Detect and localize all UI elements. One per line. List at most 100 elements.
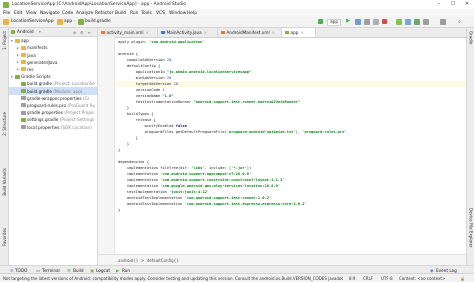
breadcrumb-file[interactable]: build.gradle	[85, 19, 111, 24]
caret-position[interactable]: 8:9	[349, 276, 355, 281]
sdk-manager-icon[interactable]	[414, 18, 420, 25]
run-config-select[interactable]: app	[327, 18, 342, 26]
breadcrumb-module[interactable]: app	[64, 19, 72, 24]
editor-tab[interactable]: app ×	[282, 28, 316, 37]
menu-run[interactable]: Run	[130, 11, 138, 16]
project-tree-item[interactable]: local.properties (SDK Location)	[9, 123, 97, 130]
project-tree-item[interactable]: gradle-wrapper.properties (Gr	[9, 95, 97, 102]
build-tool-button[interactable]: Build	[73, 268, 84, 273]
project-tree-item[interactable]: ▾ Gradle Scripts	[9, 73, 97, 80]
project-tree-item[interactable]: proguard-rules.pro (ProGuard Ru	[9, 102, 97, 109]
code-line[interactable]: }	[118, 147, 120, 153]
collapse-arrow-icon[interactable]: ▸	[17, 60, 19, 64]
project-tree-item[interactable]: build.gradle (Module: app)	[9, 87, 97, 95]
collapse-arrow-icon[interactable]: ▸	[17, 46, 19, 50]
menu-help[interactable]: Help	[187, 11, 197, 16]
terminal-tool-button[interactable]: Terminal	[42, 268, 60, 273]
project-tree-item-label: build.gradle (Module: app)	[27, 89, 82, 94]
stop-icon[interactable]	[382, 19, 387, 24]
close-tab-icon[interactable]: ×	[272, 30, 276, 35]
menu-code[interactable]: Code	[62, 11, 73, 16]
project-tree-item[interactable]: ▸ manifests	[9, 44, 97, 51]
menu-refactor[interactable]: Refactor	[95, 11, 113, 16]
editor-breadcrumb-path[interactable]: android{} > defaultConfig{}	[118, 258, 179, 263]
search-icon[interactable]: ⌕	[458, 19, 461, 25]
code-line[interactable]: testInstrumentationRunner "android.suppo…	[118, 99, 300, 105]
project-tree-item[interactable]: ▸ generatedJava	[9, 59, 97, 66]
code-token: buildTypes {	[118, 112, 154, 116]
code-line[interactable]: targetSdkVersion 28	[115, 81, 469, 87]
line-separator[interactable]: CRLF	[363, 276, 373, 281]
window-title: LocationServiceApp [C:\AndroidApp\Locati…	[12, 1, 186, 7]
menu-view[interactable]: View	[26, 11, 36, 16]
menu-tools[interactable]: Tools	[141, 11, 152, 16]
editor-tab[interactable]: MainActivity.java ×	[158, 28, 218, 37]
maximize-button[interactable]: ☐	[446, 0, 460, 9]
expand-arrow-icon[interactable]: ▾	[11, 39, 13, 43]
profile-icon[interactable]	[364, 18, 370, 25]
menu-edit[interactable]: Edit	[14, 11, 23, 16]
code-line[interactable]: apply plugin: 'com.android.application'	[118, 39, 205, 45]
run-tool-button[interactable]: Run	[122, 268, 130, 273]
collapse-arrow-icon[interactable]: ▸	[17, 53, 19, 57]
attach-debugger-icon[interactable]	[373, 18, 379, 25]
menu-vcs[interactable]: VCS	[156, 11, 165, 16]
editor-tab-label: app	[290, 30, 299, 35]
collapse-arrow-icon[interactable]: ▸	[17, 67, 19, 71]
menu-file[interactable]: File	[3, 11, 10, 16]
editor-tab[interactable]: activity_main.xml ×	[98, 28, 158, 37]
file-encoding[interactable]: UTF-8	[381, 276, 393, 281]
todo-tool-button[interactable]: TODO	[15, 268, 27, 273]
menu-window[interactable]: Window	[169, 11, 186, 16]
hide-panel-icon[interactable]: ⇤	[88, 30, 91, 35]
run-icon[interactable]: ▶	[346, 18, 350, 24]
project-tool-button[interactable]: 1: Project	[2, 31, 7, 50]
breadcrumb-project[interactable]: LocationServiceApp	[11, 19, 53, 24]
close-tab-icon[interactable]: ×	[146, 30, 150, 35]
project-tree-item-name: manifests	[27, 45, 48, 51]
avd-manager-icon[interactable]	[405, 18, 411, 25]
status-message[interactable]: Not targeting the latest versions of And…	[3, 276, 343, 281]
project-tree-item[interactable]: ▾ app	[9, 37, 97, 44]
editor-tab[interactable]: AndroidManifest.xml ×	[218, 28, 282, 37]
event-log-tool-button[interactable]: Event Log	[436, 268, 457, 273]
code-line[interactable]: proguardFiles getDefaultProguardFile('pr…	[118, 129, 347, 135]
favorites-tool-button[interactable]: Favorites	[2, 228, 7, 246]
project-tree-item[interactable]: build.gradle (Project: LocationSe	[9, 80, 97, 87]
expand-arrow-icon[interactable]: ▾	[11, 75, 13, 79]
sync-gradle-icon[interactable]	[396, 18, 402, 25]
menu-analyze[interactable]: Analyze	[76, 11, 93, 16]
context-indicator[interactable]: Context: <no context>	[399, 276, 445, 281]
code-editor[interactable]: apply plugin: 'com.android.application' a…	[98, 37, 469, 254]
project-tree-item[interactable]: ▸ java	[9, 51, 97, 58]
chevron-down-icon[interactable]: ▾	[39, 30, 41, 34]
menu-navigate[interactable]: Navigate	[40, 11, 60, 16]
menu-build[interactable]: Build	[115, 11, 126, 16]
gradle-tool-button[interactable]: Gradle	[469, 31, 474, 44]
project-tree-item-label: Gradle Scripts	[21, 74, 51, 79]
sync-icon[interactable]: ⊕	[73, 30, 76, 35]
gradle-icon	[21, 81, 26, 86]
minimize-button[interactable]: –	[432, 0, 446, 9]
project-tree-item[interactable]: gradle.properties (Project Prope	[9, 109, 97, 116]
lock-icon[interactable]: 🔒	[460, 276, 465, 281]
settings-icon[interactable]: ⚙	[80, 30, 84, 35]
close-tab-icon[interactable]: ×	[300, 30, 304, 35]
structure-tool-button[interactable]: 2: Structure	[2, 112, 7, 136]
close-tab-icon[interactable]: ×	[204, 30, 208, 35]
code-line[interactable]: }	[118, 207, 120, 213]
logcat-tool-button[interactable]: Logcat	[96, 268, 110, 273]
project-tree-item[interactable]: ▸ res	[9, 66, 97, 73]
layout-inspector-icon[interactable]	[440, 18, 446, 25]
close-button[interactable]: ✕	[460, 0, 474, 9]
make-icon[interactable]	[318, 19, 323, 24]
project-view-select[interactable]: Android	[17, 30, 34, 35]
build-variants-tool-button[interactable]: Build Variants	[2, 168, 7, 196]
android-icon	[11, 29, 15, 34]
debug-icon[interactable]	[355, 18, 361, 25]
project-structure-icon[interactable]	[423, 18, 429, 25]
device-file-explorer-tool-button[interactable]: Device File Explorer	[469, 208, 474, 248]
project-tree-item[interactable]: settings.gradle (Project Settings	[9, 116, 97, 123]
project-tree-item-name: Gradle Scripts	[21, 74, 51, 80]
code-line[interactable]: androidTestImplementation 'com.android.s…	[118, 201, 307, 207]
